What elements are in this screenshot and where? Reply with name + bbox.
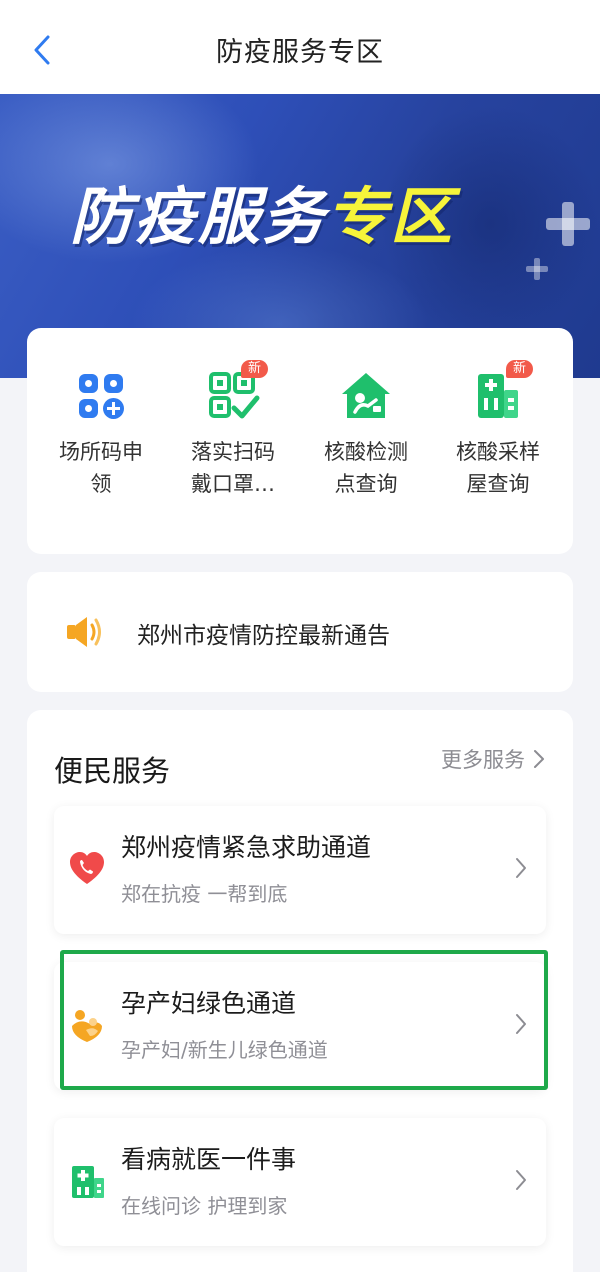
more-services-label: 更多服务 xyxy=(441,748,525,772)
notice-text: 郑州市疫情防控最新通告 xyxy=(137,623,390,649)
nav-bar: 防疫服务专区 xyxy=(0,0,600,94)
service-item-subtitle: 在线问诊 护理到家 xyxy=(121,1194,288,1218)
service-item-title: 孕产妇绿色通道 xyxy=(121,989,297,1018)
quick-item-label: 点查询 xyxy=(334,472,398,496)
venue-code-apply-icon xyxy=(79,374,124,419)
banner-title-main: 防疫服务 xyxy=(70,180,327,253)
banner-title-highlight: 专区 xyxy=(326,180,455,253)
service-item-emergency-help[interactable]: 郑州疫情紧急求助通道 郑在抗疫 一帮到底 xyxy=(54,806,546,934)
testing-site-icon xyxy=(342,373,390,418)
convenience-services-card: 便民服务 更多服务 郑州疫情紧急求助通道 郑在抗疫 一帮到底 孕产妇绿色通道 孕… xyxy=(27,710,573,1272)
quick-item-label: 场所码申 xyxy=(59,440,143,464)
section-title: 便民服务 xyxy=(54,754,171,788)
quick-item-venue-code[interactable]: 场所码申 领 xyxy=(41,368,161,500)
service-item-maternal-green-channel[interactable]: 孕产妇绿色通道 孕产妇/新生儿绿色通道 xyxy=(54,962,546,1090)
heart-phone-icon xyxy=(70,852,104,884)
quick-item-label: 领 xyxy=(90,472,112,496)
quick-item-scan-mask[interactable]: 新 落实扫码 戴口罩… xyxy=(173,360,293,500)
quick-item-label: 屋查询 xyxy=(466,472,530,496)
chevron-right-icon xyxy=(516,858,526,878)
quick-item-label: 核酸采样 xyxy=(456,440,540,464)
service-item-subtitle: 郑在抗疫 一帮到底 xyxy=(121,882,288,906)
service-item-title: 看病就医一件事 xyxy=(121,1145,297,1174)
banner-title: 防疫服务专区 xyxy=(70,182,550,252)
quick-item-testing-site[interactable]: 核酸检测 点查询 xyxy=(306,368,426,500)
quick-actions-card: 场所码申 领 新 落实扫码 戴口罩… 核酸检测 点查询 新 核酸采样 屋查询 xyxy=(27,328,573,554)
quick-item-label: 核酸检测 xyxy=(324,440,408,464)
new-badge: 新 xyxy=(241,360,269,378)
quick-item-sampling-booth[interactable]: 新 核酸采样 屋查询 xyxy=(438,360,558,500)
quick-item-label: 落实扫码 xyxy=(191,440,275,464)
hospital-icon xyxy=(72,1166,104,1198)
chevron-right-icon xyxy=(516,1170,526,1190)
chevron-right-icon xyxy=(516,1014,526,1034)
notice-card[interactable]: 郑州市疫情防控最新通告 xyxy=(27,572,573,692)
more-services-link[interactable]: 更多服务 xyxy=(441,744,545,774)
service-item-subtitle: 孕产妇/新生儿绿色通道 xyxy=(121,1038,328,1062)
plus-decoration-icon xyxy=(526,258,548,280)
page-title: 防疫服务专区 xyxy=(216,37,384,68)
service-item-title: 郑州疫情紧急求助通道 xyxy=(121,833,372,862)
quick-item-label: 戴口罩… xyxy=(191,472,275,496)
new-badge: 新 xyxy=(506,360,534,378)
chevron-right-icon xyxy=(534,750,544,768)
mother-baby-icon xyxy=(72,1010,102,1042)
speaker-icon xyxy=(67,617,101,647)
service-item-medical-care[interactable]: 看病就医一件事 在线问诊 护理到家 xyxy=(54,1118,546,1246)
